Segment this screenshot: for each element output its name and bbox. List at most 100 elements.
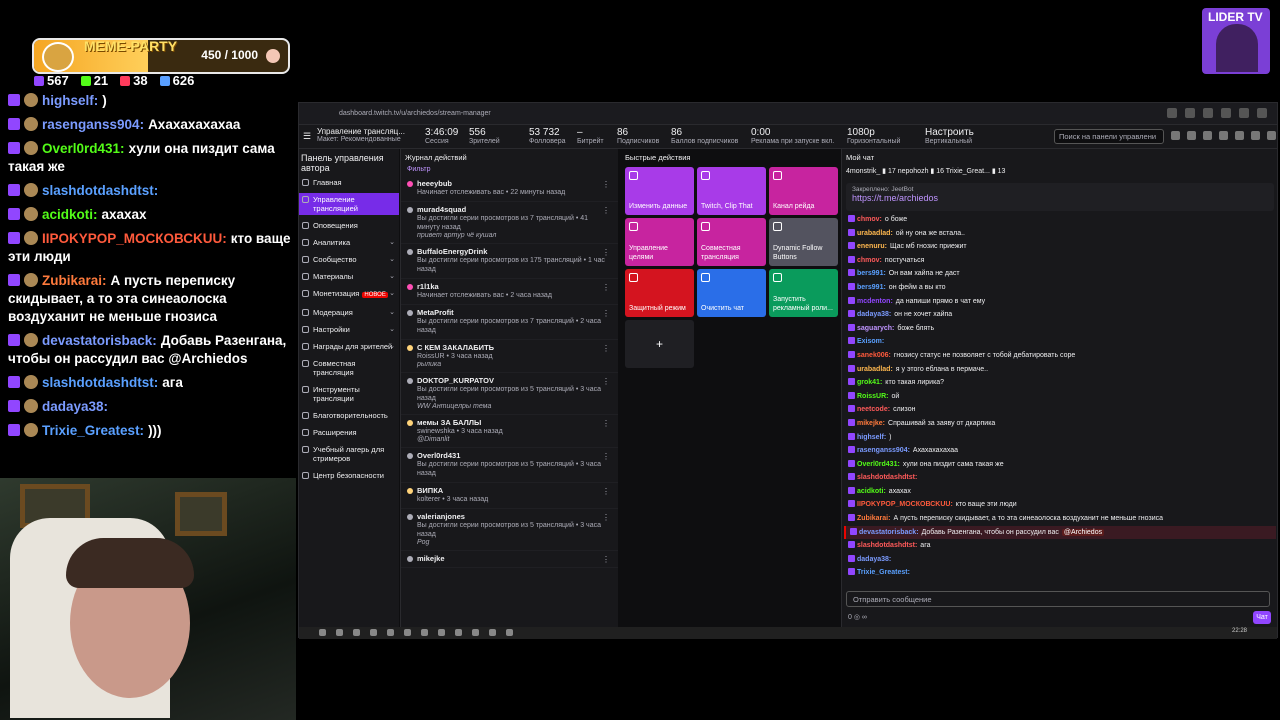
app-icon[interactable]: [506, 629, 513, 636]
chat-username[interactable]: rasenganss904:: [42, 117, 144, 132]
chat-username[interactable]: slashdotdashdtst:: [42, 183, 158, 198]
app-icon[interactable]: [404, 629, 411, 636]
bits-icon[interactable]: [1267, 131, 1276, 140]
sidebar-item[interactable]: Награды для зрителей ⌄: [299, 340, 399, 353]
chat-username[interactable]: saguarych:: [857, 325, 894, 332]
app-icon[interactable]: [455, 629, 462, 636]
chevron-down-icon[interactable]: ⌄: [389, 289, 395, 298]
sidebar-item[interactable]: Модерация ⌄: [299, 306, 399, 319]
chat-icon[interactable]: [1251, 131, 1260, 140]
app-icon[interactable]: [421, 629, 428, 636]
search-icon[interactable]: [1171, 131, 1180, 140]
chevron-down-icon[interactable]: ⌄: [389, 342, 395, 351]
quick-action-tile[interactable]: Dynamic Follow Buttons: [769, 218, 838, 266]
chat-username[interactable]: dadaya38:: [857, 556, 891, 563]
chat-username[interactable]: Zubikarai:: [42, 273, 107, 288]
quick-action-tile[interactable]: Изменить данные: [625, 167, 694, 215]
sidebar-item[interactable]: Управление трансляцией: [299, 193, 399, 215]
extension-icon[interactable]: [1185, 108, 1195, 118]
app-icon[interactable]: [370, 629, 377, 636]
activity-entry[interactable]: ВИПКА kolterer • 3 часа назад ⋮: [401, 483, 618, 509]
quick-action-tile[interactable]: Канал рейда: [769, 167, 838, 215]
quick-action-tile[interactable]: Защитный режим: [625, 269, 694, 317]
chat-username[interactable]: bers991:: [857, 284, 886, 291]
sidebar-item[interactable]: Расширения: [299, 426, 399, 439]
activity-entry[interactable]: mikejke ⋮: [401, 551, 618, 568]
chat-username[interactable]: rasenganss904:: [857, 447, 910, 454]
more-icon[interactable]: ⋮: [602, 419, 610, 428]
chat-username[interactable]: neetcode:: [857, 406, 890, 413]
chat-username[interactable]: highself:: [42, 93, 98, 108]
add-action-button[interactable]: +: [625, 320, 694, 368]
sidebar-item[interactable]: Настройки ⌄: [299, 323, 399, 336]
chat-send-button[interactable]: Чат: [1253, 611, 1271, 624]
chat-username[interactable]: urabadlad:: [857, 366, 893, 373]
activity-entry[interactable]: мемы ЗА БАЛЛЫ swinewshka • 3 часа назад @D…: [401, 415, 618, 448]
url-text[interactable]: dashboard.twitch.tv/u/archiedos/stream-m…: [339, 107, 939, 121]
activity-entry[interactable]: BuffaloEnergyDrink Вы достигли серии прос…: [401, 244, 618, 279]
more-icon[interactable]: ⋮: [602, 452, 610, 461]
extension-icon[interactable]: [1257, 108, 1267, 118]
sidebar-item[interactable]: Центр безопасности: [299, 469, 399, 482]
chat-username[interactable]: mikejke:: [857, 420, 885, 427]
chat-username[interactable]: mcdenton:: [857, 298, 893, 305]
sidebar-item[interactable]: Благотворительность: [299, 409, 399, 422]
quick-action-tile[interactable]: Запустить рекламный роли...: [769, 269, 838, 317]
app-icon[interactable]: [472, 629, 479, 636]
more-icon[interactable]: ⋮: [602, 487, 610, 496]
sidebar-item[interactable]: Материалы ⌄: [299, 270, 399, 283]
mention[interactable]: @Archiedos: [1061, 528, 1105, 536]
quick-action-tile[interactable]: Очистить чат: [697, 269, 766, 317]
chat-username[interactable]: enenuru:: [857, 243, 887, 250]
more-icon[interactable]: ⋮: [602, 344, 610, 353]
extension-icon[interactable]: [1167, 108, 1177, 118]
chat-username[interactable]: Exisom:: [857, 338, 884, 345]
app-icon[interactable]: [387, 629, 394, 636]
chevron-down-icon[interactable]: ⌄: [389, 308, 395, 317]
extension-icon[interactable]: [1239, 108, 1249, 118]
more-icon[interactable]: ⋮: [602, 555, 610, 564]
extension-icon[interactable]: [1221, 108, 1231, 118]
stream-stat[interactable]: Настроить Вертикальный: [925, 127, 974, 145]
chat-input[interactable]: Отправить сообщение: [846, 591, 1270, 607]
chat-username[interactable]: acidkoti:: [42, 207, 98, 222]
activity-entry[interactable]: DOKTOP_KURPATOV Вы достигли серии просмот…: [401, 373, 618, 415]
chevron-down-icon[interactable]: ⌄: [389, 325, 395, 334]
address-bar[interactable]: dashboard.twitch.tv/u/archiedos/stream-m…: [299, 103, 1277, 125]
activity-entry[interactable]: valerianjones Вы достигли серии просмотро…: [401, 509, 618, 551]
chat-username[interactable]: Trixie_Greatest:: [42, 423, 144, 438]
chat-username[interactable]: Overl0rd431:: [857, 461, 900, 468]
more-icon[interactable]: ⋮: [602, 377, 610, 386]
more-icon[interactable]: ⋮: [602, 180, 610, 189]
chat-username[interactable]: slashdotdashdtst:: [857, 542, 917, 549]
sidebar-item[interactable]: Аналитика ⌄: [299, 236, 399, 249]
quick-action-tile[interactable]: Совместная трансляция: [697, 218, 766, 266]
chat-username[interactable]: slashdotdashdtst:: [857, 474, 917, 481]
chat-username[interactable]: Overl0rd431:: [42, 141, 125, 156]
chrome-icon[interactable]: [353, 629, 360, 636]
activity-entry[interactable]: Overl0rd431 Вы достигли серии просмотров …: [401, 448, 618, 483]
notifications-icon[interactable]: [1235, 131, 1244, 140]
search-icon[interactable]: [336, 629, 343, 636]
sidebar-item[interactable]: Сообщество ⌄: [299, 253, 399, 266]
menu-icon[interactable]: ☰: [303, 131, 311, 142]
chat-points[interactable]: 0 ◎ ∞: [848, 613, 867, 621]
chat-username[interactable]: acidkoti:: [857, 488, 886, 495]
pinned-message[interactable]: Закреплено: JeetBot https://t.me/archied…: [846, 183, 1274, 211]
chat-username[interactable]: IIPOKYPOP_МОСКОВСKUU:: [857, 501, 953, 508]
chat-username[interactable]: dadaya38:: [857, 311, 891, 318]
chevron-down-icon[interactable]: ⌄: [389, 255, 395, 264]
sidebar-item[interactable]: Инструменты трансляции: [299, 383, 399, 405]
chat-username[interactable]: dadaya38:: [42, 399, 108, 414]
app-icon[interactable]: [438, 629, 445, 636]
quick-action-tile[interactable]: Управление целями: [625, 218, 694, 266]
chat-username[interactable]: sanek006:: [857, 352, 891, 359]
inbox-icon[interactable]: [1219, 131, 1228, 140]
chat-username[interactable]: grok41:: [857, 379, 882, 386]
more-icon[interactable]: ⋮: [602, 206, 610, 215]
more-icon[interactable]: ⋮: [602, 309, 610, 318]
chat-username[interactable]: devastatorisback:: [42, 333, 157, 348]
chevron-down-icon[interactable]: ⌄: [389, 272, 395, 281]
chat-username[interactable]: Trixie_Greatest:: [857, 569, 910, 576]
pinned-link[interactable]: https://t.me/archiedos: [852, 193, 1268, 203]
